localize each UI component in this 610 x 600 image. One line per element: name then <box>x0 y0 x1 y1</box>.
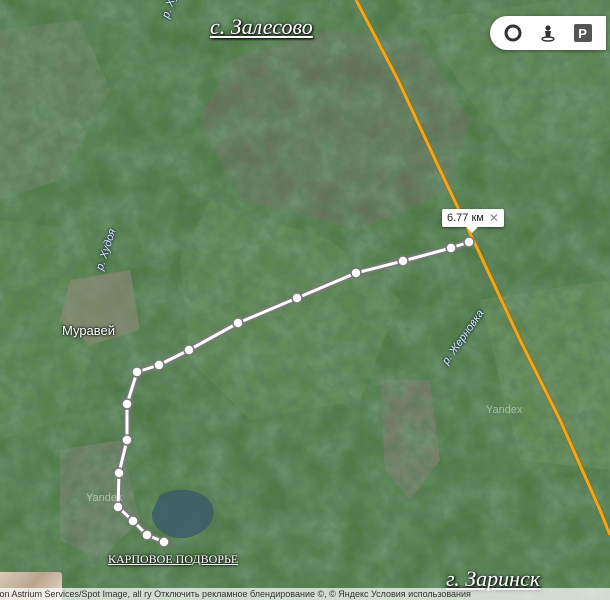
route-vertex[interactable] <box>153 359 165 371</box>
satellite-map[interactable] <box>0 0 610 600</box>
route-vertex[interactable] <box>291 292 303 304</box>
route-vertex[interactable] <box>232 317 244 329</box>
route-vertex[interactable] <box>350 267 362 279</box>
route-vertex[interactable] <box>397 255 409 267</box>
parking-icon: P <box>573 24 592 42</box>
route-vertex[interactable] <box>445 242 457 254</box>
route-distance-label: 6.77 км <box>447 212 484 224</box>
place-label-karpovoe-podvorye[interactable]: КАРПОВОЕ ПОДВОРЬЕ <box>108 552 238 567</box>
route-vertex[interactable] <box>158 536 170 548</box>
route-vertex[interactable] <box>121 398 133 410</box>
close-icon[interactable]: ✕ <box>489 212 499 224</box>
route-distance-balloon: 6.77 км ✕ <box>442 209 504 233</box>
pegman-icon <box>541 25 555 42</box>
route-vertex[interactable] <box>141 529 153 541</box>
village-label-muravey: Муравей <box>62 323 116 338</box>
layers-toggle-button[interactable] <box>500 20 526 46</box>
yandex-watermark: Yandex <box>86 492 123 504</box>
copyright-text: ution Astrium Services/Spot Image, all r… <box>0 589 471 599</box>
route-vertex[interactable] <box>113 467 125 479</box>
route-vertex[interactable] <box>131 366 143 378</box>
route-vertex[interactable] <box>463 236 475 248</box>
circle-ring-icon <box>504 24 522 42</box>
yandex-watermark: Yandex <box>486 404 523 416</box>
city-label-zalesovo: с. Залесово <box>210 14 313 39</box>
copyright-bar: ution Astrium Services/Spot Image, all r… <box>0 588 610 600</box>
route-vertex[interactable] <box>121 434 133 446</box>
route-vertex[interactable] <box>127 515 139 527</box>
route-vertex[interactable] <box>183 344 195 356</box>
parking-button[interactable]: P <box>570 20 596 46</box>
map-controls: P <box>490 16 606 50</box>
panorama-button[interactable] <box>535 20 561 46</box>
